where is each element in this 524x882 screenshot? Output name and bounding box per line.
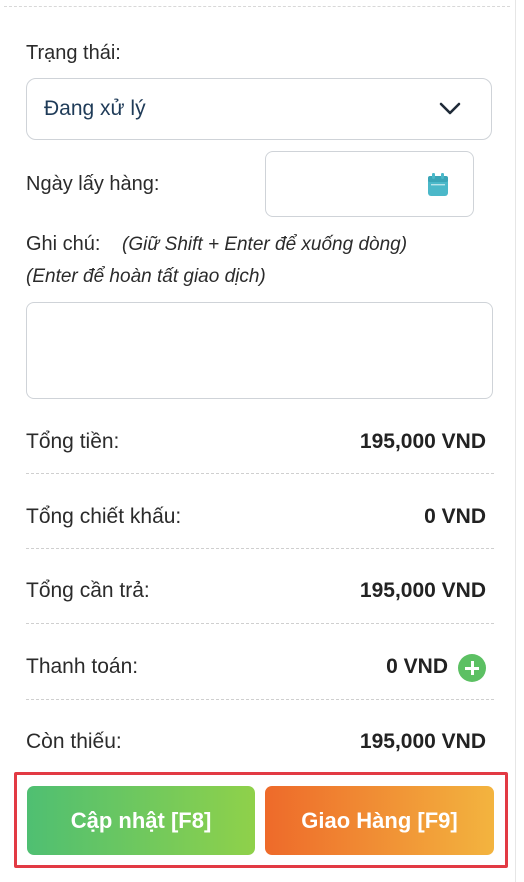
payable-label: Tổng cần trả: [26, 579, 150, 602]
add-payment-button[interactable] [458, 654, 486, 682]
status-select-value: Đang xử lý [44, 97, 146, 120]
status-select[interactable]: Đang xử lý [26, 78, 492, 140]
calendar-icon[interactable] [427, 173, 449, 197]
row-divider [26, 548, 494, 549]
chevron-down-icon [439, 102, 461, 115]
status-label: Trạng thái: [26, 42, 121, 64]
summary-remaining-row: Còn thiếu: 195,000 VND [26, 722, 492, 762]
pickup-date-input[interactable] [265, 151, 474, 217]
summary-total-row: Tổng tiền: 195,000 VND [26, 422, 492, 462]
summary-payable-row: Tổng cần trả: 195,000 VND [26, 571, 492, 611]
note-hint-submit: (Enter để hoàn tất giao dịch) [26, 266, 266, 287]
total-label: Tổng tiền: [26, 430, 120, 453]
panel-border [515, 0, 516, 882]
note-textarea[interactable] [26, 302, 493, 399]
payable-value: 195,000 VND [359, 579, 486, 602]
row-divider [26, 699, 494, 700]
total-value: 195,000 VND [359, 430, 486, 453]
summary-payment-row: Thanh toán: 0 VND [26, 647, 492, 687]
discount-value: 0 VND [424, 505, 486, 528]
payment-label: Thanh toán: [26, 655, 139, 678]
remaining-label: Còn thiếu: [26, 730, 122, 753]
payment-value: 0 VND [386, 655, 448, 678]
top-divider [4, 6, 510, 7]
update-button[interactable]: Cập nhật [F8] [27, 786, 255, 855]
row-divider [26, 623, 494, 624]
deliver-button[interactable]: Giao Hàng [F9] [265, 786, 494, 855]
note-label: Ghi chú: [26, 233, 101, 255]
row-divider [26, 473, 494, 474]
summary-discount-row: Tổng chiết khấu: 0 VND [26, 497, 492, 537]
pickup-date-label: Ngày lấy hàng: [26, 173, 160, 195]
discount-label: Tổng chiết khấu: [26, 505, 182, 528]
remaining-value: 195,000 VND [359, 730, 486, 753]
note-hint-newline: (Giữ Shift + Enter để xuống dòng) [122, 234, 408, 255]
